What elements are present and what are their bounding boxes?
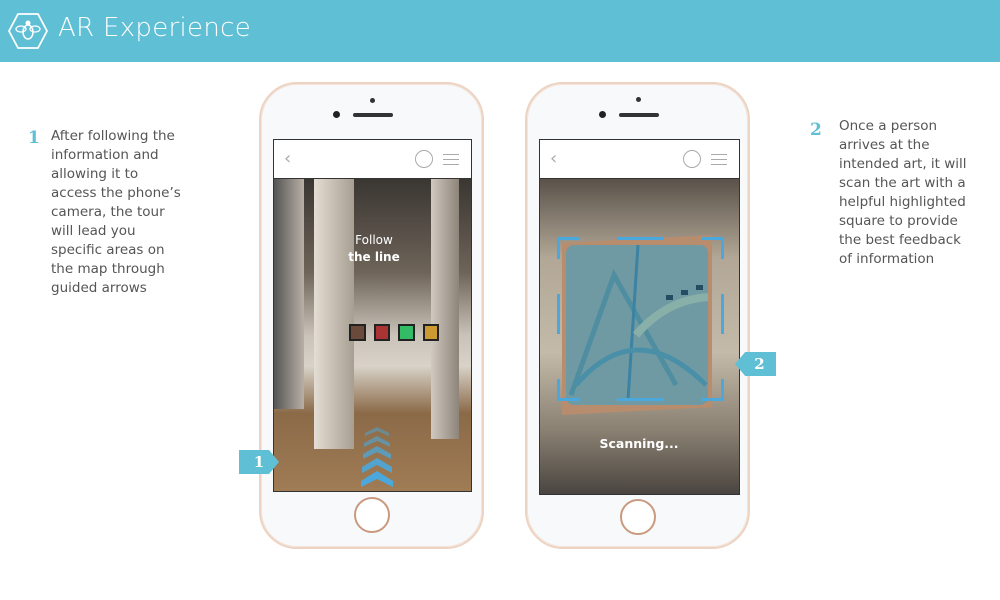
home-button[interactable]: [354, 497, 390, 533]
user-circle-icon[interactable]: [683, 150, 701, 168]
user-circle-icon[interactable]: [415, 150, 433, 168]
chevron-left-icon[interactable]: ‹: [550, 148, 557, 169]
step-badge-2-label: 2: [754, 355, 765, 373]
speaker: [619, 113, 659, 117]
scan-corner: [557, 379, 579, 401]
ar-camera-view: Follow the line: [274, 179, 471, 491]
home-button[interactable]: [620, 499, 656, 535]
step-description: Once a person arrives at the intended ar…: [839, 118, 967, 267]
chevron-left-icon[interactable]: ‹: [284, 148, 291, 169]
speaker: [353, 113, 393, 117]
step-description: After following the information and allo…: [51, 128, 181, 296]
phone-mockup-1: ‹ Follow the line: [259, 82, 484, 549]
ar-camera-view: Scanning...: [540, 179, 739, 494]
scan-corner: [702, 379, 724, 401]
phone-mockup-2: ‹ Scanning...: [525, 82, 750, 549]
scan-edge: [617, 237, 664, 240]
overlay-the-line: the line: [348, 250, 400, 264]
scan-corner: [702, 237, 724, 259]
phone-screen: ‹ Follow the line: [273, 139, 472, 492]
overlay-follow: Follow: [355, 233, 393, 247]
hamburger-menu-icon[interactable]: [443, 154, 459, 165]
phone-screen: ‹ Scanning...: [539, 139, 740, 495]
bee-hexagon-icon: [8, 13, 48, 49]
guided-arrows-icon: [361, 427, 393, 487]
front-camera: [333, 111, 340, 118]
page-title: AR Experience: [58, 13, 252, 43]
scan-corner: [557, 237, 579, 259]
sensor: [370, 98, 375, 103]
hamburger-menu-icon[interactable]: [711, 154, 727, 165]
front-camera: [599, 111, 606, 118]
sensor: [636, 97, 641, 102]
scan-edge: [617, 398, 664, 401]
scanning-status: Scanning...: [599, 436, 679, 451]
header-bar: AR Experience: [0, 0, 1000, 62]
scan-edge: [557, 294, 560, 334]
step-number: 2: [810, 120, 822, 140]
app-navbar: ‹: [274, 140, 471, 179]
wall-paintings: [349, 324, 439, 344]
scan-edge: [721, 294, 724, 334]
step-number: 1: [28, 128, 40, 148]
artwork-painting: [566, 245, 708, 405]
app-navbar: ‹: [540, 140, 739, 179]
